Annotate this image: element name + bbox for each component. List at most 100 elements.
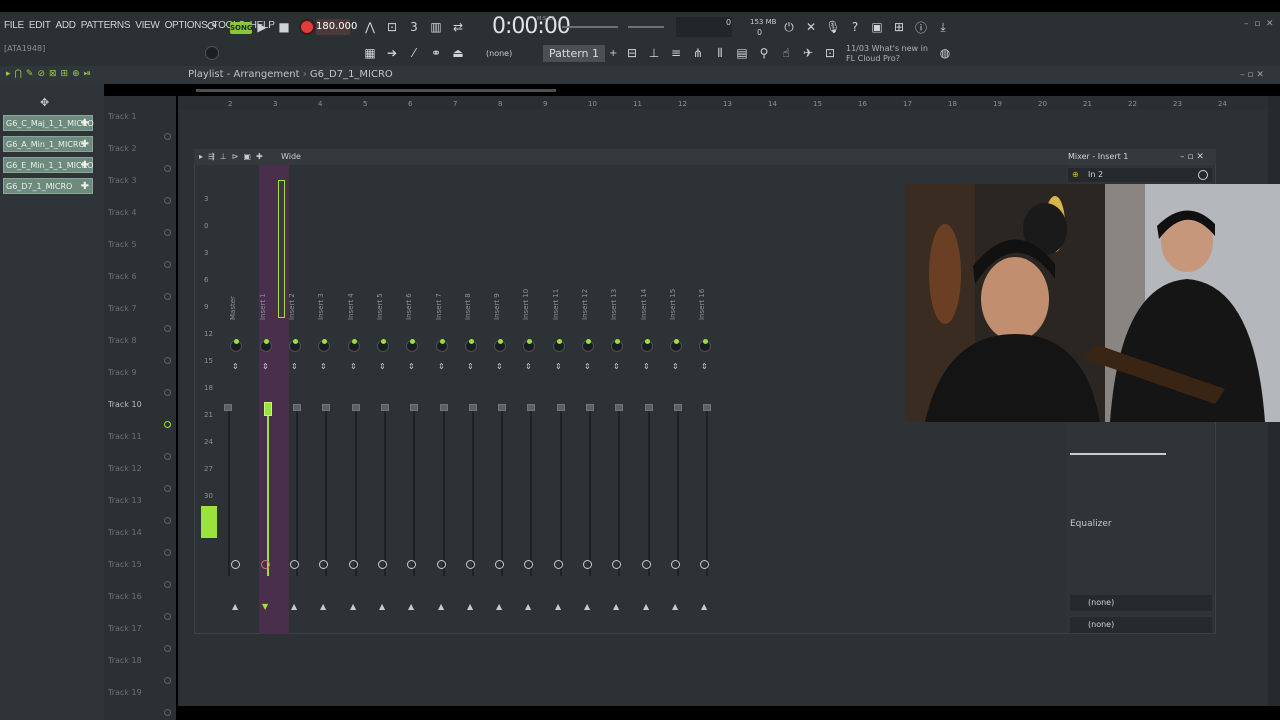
menu-edit[interactable]: EDIT <box>29 20 51 31</box>
metronome-icon[interactable]: ⋀ <box>362 19 378 35</box>
track-label[interactable]: Track 9 <box>108 368 137 377</box>
stereo-separation-icon[interactable]: ⇕ <box>379 362 386 371</box>
track-label[interactable]: Track 17 <box>108 624 142 633</box>
mute-toggle-icon[interactable] <box>700 560 709 569</box>
track-mute-toggle[interactable] <box>164 421 171 428</box>
stereo-separation-icon[interactable]: ⇕ <box>525 362 532 371</box>
step-edit-icon[interactable]: ▥ <box>428 19 444 35</box>
playlist-window-controls[interactable]: – ▫ ✕ <box>1240 70 1264 80</box>
stereo-separation-icon[interactable]: ⇕ <box>408 362 415 371</box>
track-label[interactable]: Track 13 <box>108 496 142 505</box>
route-arrow-icon[interactable]: ▲ <box>438 602 444 611</box>
track-label[interactable]: Track 2 <box>108 144 137 153</box>
mixer-strip[interactable]: Insert 4 ⇕ ▲ <box>341 168 367 634</box>
track-label[interactable]: Track 12 <box>108 464 142 473</box>
insert-fader-line[interactable] <box>1070 453 1166 455</box>
track-mute-toggle[interactable] <box>164 645 171 652</box>
fader-track[interactable] <box>530 408 532 576</box>
effect-slot-label[interactable]: Equalizer <box>1070 519 1112 529</box>
send-icon[interactable]: ✈ <box>800 45 816 61</box>
mixer-strip[interactable]: Master ⇕ ▲ <box>223 168 249 634</box>
track-mute-toggle[interactable] <box>164 133 171 140</box>
menu-file[interactable]: FILE <box>4 20 24 31</box>
breadcrumb-playlist[interactable]: Playlist - Arrangement <box>188 69 300 80</box>
fader-track[interactable] <box>267 408 269 576</box>
track-mute-toggle[interactable] <box>164 357 171 364</box>
mixer-strip[interactable]: Insert 12 ⇕ ▲ <box>575 168 601 634</box>
menu-add[interactable]: ADD <box>56 20 77 31</box>
track-mute-toggle[interactable] <box>164 389 171 396</box>
mute-toggle-icon[interactable] <box>231 560 240 569</box>
track-label[interactable]: Track 6 <box>108 272 137 281</box>
mixer-strip[interactable]: Insert 2 ⇕ ▲ <box>282 168 308 634</box>
route-arrow-icon[interactable]: ▲ <box>232 602 238 611</box>
pan-knob[interactable] <box>406 339 418 352</box>
route-arrow-icon[interactable]: ▲ <box>584 602 590 611</box>
mixer-strip[interactable]: Insert 9 ⇕ ▲ <box>487 168 513 634</box>
loop-icon[interactable]: ⇄ <box>450 19 466 35</box>
download-icon[interactable]: ⤓ <box>935 19 951 35</box>
pan-knob[interactable] <box>436 339 448 352</box>
stereo-separation-icon[interactable]: ⇕ <box>320 362 327 371</box>
pan-knob[interactable] <box>318 339 330 352</box>
brush-icon[interactable]: ⁄ <box>406 45 422 61</box>
route-arrow-icon[interactable]: ▲ <box>701 602 707 611</box>
mixer-strip[interactable]: Insert 6 ⇕ ▲ <box>399 168 425 634</box>
stereo-separation-icon[interactable]: ⇕ <box>643 362 650 371</box>
track-label[interactable]: Track 15 <box>108 560 142 569</box>
mixer-strip[interactable]: Insert 10 ⇕ ▲ <box>516 168 542 634</box>
stereo-separation-icon[interactable]: ⇕ <box>672 362 679 371</box>
add-pattern-icon[interactable]: + <box>609 48 617 59</box>
track-label[interactable]: Track 10 <box>108 400 142 409</box>
plugin-icon[interactable]: ⊞ <box>891 19 907 35</box>
stereo-separation-icon[interactable]: ⇕ <box>438 362 445 371</box>
send-slot[interactable]: (none) <box>1070 617 1212 633</box>
breadcrumb-pattern[interactable]: G6_D7_1_MICRO <box>310 69 393 80</box>
mute-toggle-icon[interactable] <box>642 560 651 569</box>
stereo-separation-icon[interactable]: ⇕ <box>613 362 620 371</box>
pan-knob[interactable] <box>465 339 477 352</box>
stamp-icon[interactable]: ⏏ <box>450 45 466 61</box>
track-label[interactable]: Track 18 <box>108 656 142 665</box>
news-panel[interactable]: 11/03 What's new in FL Cloud Pro? <box>846 44 936 64</box>
pattern-add-icon[interactable]: ✚ <box>81 116 89 132</box>
menu-patterns[interactable]: PATTERNS <box>81 20 131 31</box>
track-mute-toggle[interactable] <box>164 677 171 684</box>
fader-track[interactable] <box>706 408 708 576</box>
volume-fader[interactable] <box>352 404 360 411</box>
arrow-right-icon[interactable]: ➔ <box>384 45 400 61</box>
volume-fader[interactable] <box>586 404 594 411</box>
mute-toggle-icon[interactable] <box>319 560 328 569</box>
track-label[interactable]: Track 1 <box>108 112 137 121</box>
route-arrow-icon[interactable]: ▲ <box>320 602 326 611</box>
pan-knob[interactable] <box>582 339 594 352</box>
fader-track[interactable] <box>413 408 415 576</box>
menu-options[interactable]: OPTIONS <box>165 20 208 31</box>
link-icon[interactable]: ⚭ <box>428 45 444 61</box>
route-arrow-icon[interactable]: ▲ <box>496 602 502 611</box>
track-mute-toggle[interactable] <box>164 229 171 236</box>
touch-icon[interactable]: ☝ <box>778 45 794 61</box>
volume-fader[interactable] <box>381 404 389 411</box>
countdown-icon[interactable]: 3 <box>406 19 422 35</box>
mixer-strip[interactable]: Insert 7 ⇕ ▲ <box>429 168 455 634</box>
menu-view[interactable]: VIEW <box>135 20 160 31</box>
fader-track[interactable] <box>472 408 474 576</box>
stereo-separation-icon[interactable]: ⇕ <box>555 362 562 371</box>
cart-icon[interactable]: ⊡ <box>822 45 838 61</box>
mute-toggle-icon[interactable] <box>671 560 680 569</box>
fader-track[interactable] <box>648 408 650 576</box>
route-arrow-icon[interactable]: ▲ <box>291 602 297 611</box>
track-mute-toggle[interactable] <box>164 197 171 204</box>
playlist-icon[interactable]: ⊟ <box>624 45 640 61</box>
mixer-tools-icon[interactable]: ▸⇶⊥⊳▣✚ <box>199 152 268 161</box>
fader-track[interactable] <box>384 408 386 576</box>
pan-knob[interactable] <box>670 339 682 352</box>
volume-fader[interactable] <box>674 404 682 411</box>
fader-track[interactable] <box>677 408 679 576</box>
pattern-selector[interactable]: Pattern 1 <box>543 45 605 62</box>
fader-track[interactable] <box>355 408 357 576</box>
route-arrow-icon[interactable]: ▲ <box>350 602 356 611</box>
browser-icon[interactable]: ⋔ <box>690 45 706 61</box>
pattern-item[interactable]: G6_D7_1_MICRO ✚ <box>3 178 93 194</box>
